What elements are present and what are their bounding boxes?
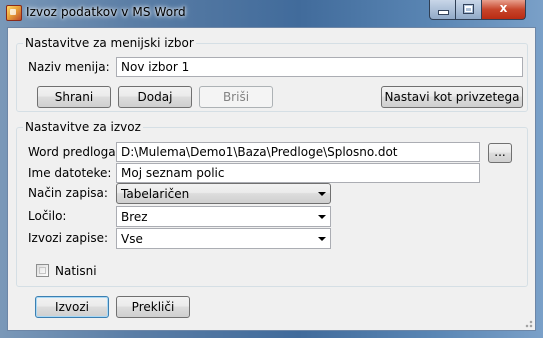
template-label: Word predloga: — [28, 145, 120, 159]
separator-dropdown[interactable]: Brez — [116, 206, 331, 227]
window-title: Izvoz podatkov v MS Word — [26, 5, 186, 19]
dialog-window: Izvoz podatkov v MS Word x Nastavitve za… — [0, 0, 543, 338]
records-dropdown-value: Vse — [121, 232, 143, 246]
title-bar[interactable]: Izvoz podatkov v MS Word x — [0, 0, 543, 27]
resize-grip-icon[interactable] — [523, 318, 533, 328]
close-icon: x — [499, 1, 508, 15]
delete-button[interactable]: Briši — [199, 86, 273, 108]
mode-label: Način zapisa: — [28, 186, 108, 200]
print-checkbox[interactable] — [36, 264, 49, 277]
filename-field[interactable]: Moj seznam polic — [116, 163, 480, 183]
template-path-field[interactable]: D:\Mulema\Demo1\Baza\Predloge\Splosno.do… — [116, 142, 480, 162]
menu-settings-legend: Nastavitve za menijski izbor — [23, 36, 196, 50]
browse-button[interactable]: ... — [488, 143, 512, 163]
minimize-button[interactable] — [429, 0, 456, 20]
menu-name-label: Naziv menija: — [28, 60, 110, 74]
records-label: Izvozi zapise: — [28, 231, 109, 245]
minimize-icon — [438, 10, 449, 15]
maximize-button[interactable] — [455, 0, 482, 20]
export-settings-group: Nastavitve za izvoz Word predloga: D:\Mu… — [16, 120, 528, 287]
set-default-button[interactable]: Nastavi kot privzetega — [381, 86, 523, 108]
chevron-down-icon — [313, 207, 330, 226]
maximize-icon — [463, 4, 474, 14]
close-button[interactable]: x — [481, 0, 526, 20]
records-dropdown[interactable]: Vse — [116, 228, 331, 249]
dialog-client-area: Nastavitve za menijski izbor Naziv menij… — [7, 27, 536, 331]
mode-dropdown-value: Tabelaričen — [121, 187, 190, 201]
chevron-down-icon — [313, 229, 330, 248]
export-button[interactable]: Izvozi — [35, 296, 109, 318]
export-settings-legend: Nastavitve za izvoz — [23, 120, 143, 134]
mode-dropdown[interactable]: Tabelaričen — [116, 183, 331, 204]
menu-settings-group: Nastavitve za menijski izbor Naziv menij… — [16, 36, 528, 112]
filename-label: Ime datoteke: — [28, 166, 112, 180]
menu-name-field[interactable]: Nov izbor 1 — [116, 57, 523, 77]
chevron-down-icon — [313, 184, 330, 203]
save-button[interactable]: Shrani — [37, 86, 111, 108]
separator-label: Ločilo: — [28, 209, 67, 223]
print-checkbox-label[interactable]: Natisni — [55, 264, 97, 278]
add-button[interactable]: Dodaj — [118, 86, 192, 108]
cancel-button[interactable]: Prekliči — [116, 296, 190, 318]
separator-dropdown-value: Brez — [121, 210, 148, 224]
app-icon — [6, 5, 22, 21]
